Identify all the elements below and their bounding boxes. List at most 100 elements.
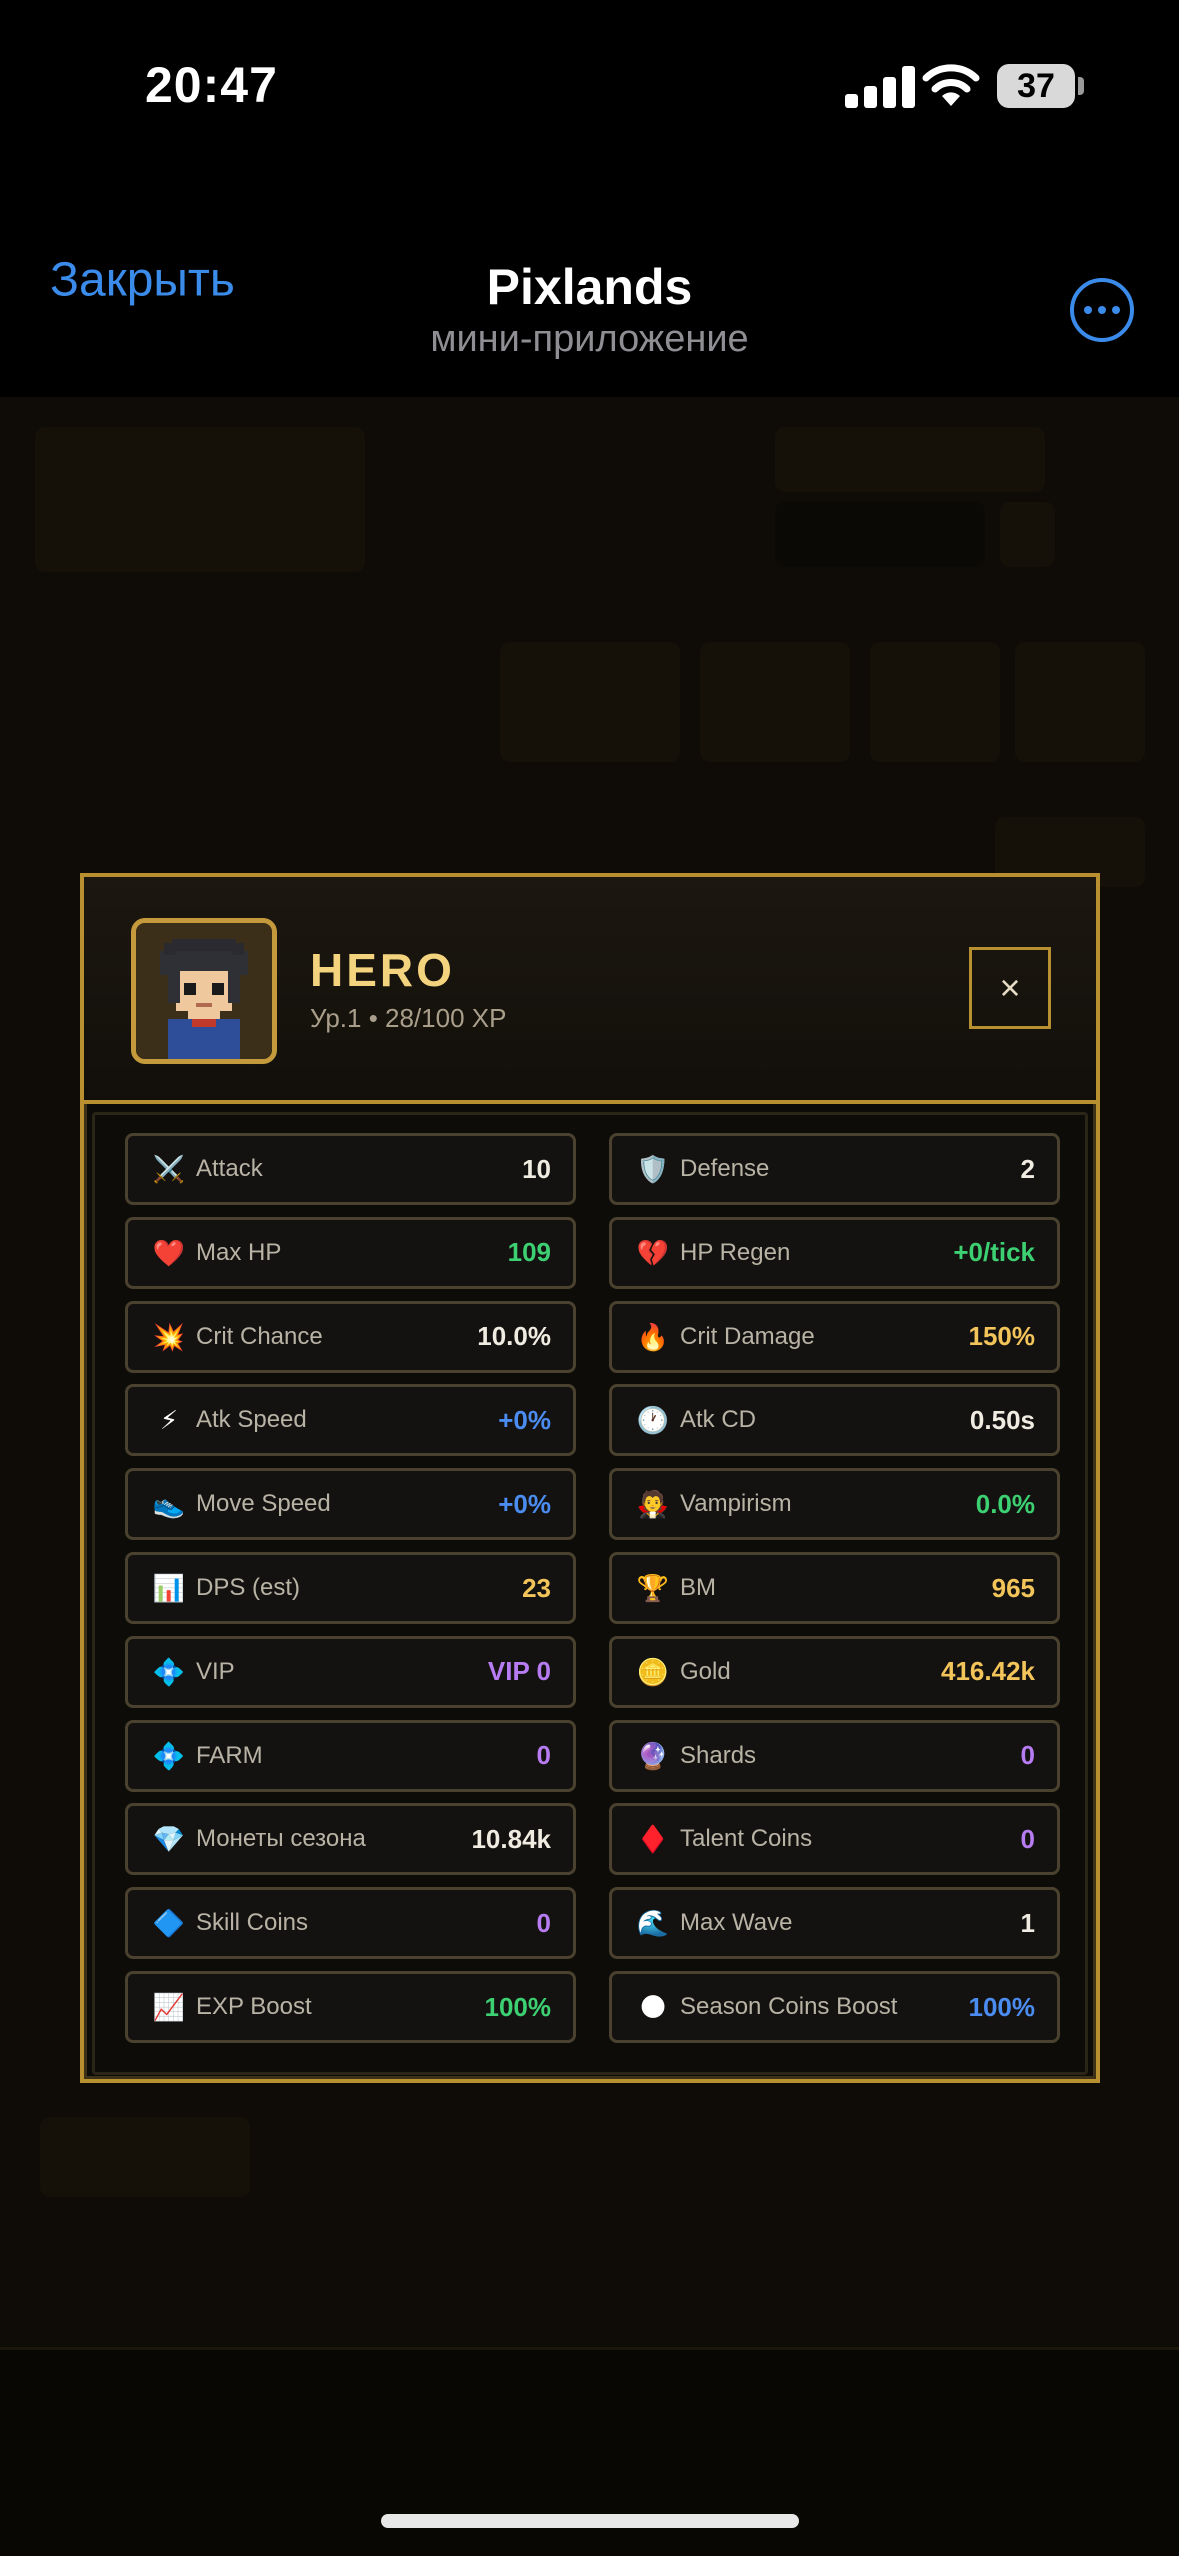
stat-value: 2: [1020, 1153, 1035, 1184]
stat-label: Max HP: [196, 1238, 282, 1266]
stat-value: 100%: [484, 1991, 552, 2022]
close-icon: ×: [999, 967, 1021, 1008]
stat-card: 📈 EXP Boost 100%: [125, 1971, 576, 2043]
stat-value: 100%: [968, 1991, 1036, 2022]
lightning-icon: ⚡: [159, 1405, 179, 1436]
status-time: 20:47: [145, 57, 278, 113]
sword-icon: ⚔️: [152, 1154, 186, 1184]
stat-value: 416.42k: [941, 1656, 1035, 1687]
stat-card: 💠 FARM 0: [125, 1719, 576, 1792]
blue-diamond-icon: 🔷: [152, 1908, 186, 1939]
stat-label: Season Coins Boost: [680, 1993, 898, 2020]
stat-card: 🌊 Max Wave 1: [609, 1887, 1060, 1960]
shield-icon: 🛡️: [636, 1154, 670, 1184]
stat-value: 0: [536, 1907, 551, 1938]
signal-icon: [845, 66, 925, 108]
stat-value: 965: [991, 1572, 1035, 1603]
modal-header: HERO Ур.1 • 28/100 XP ×: [84, 877, 1096, 1104]
battery-icon: 37: [997, 64, 1075, 108]
stat-value: 0: [1020, 1823, 1035, 1854]
bar-chart-icon: 📊: [152, 1573, 186, 1603]
stat-value: 0: [1020, 1740, 1035, 1771]
nav-bar: Закрыть Pixlands мини-приложение: [0, 180, 1179, 397]
moon-icon: 🌑: [639, 1992, 667, 2022]
stat-card: 🧛 Vampirism 0.0%: [609, 1468, 1060, 1541]
stat-label: Atk Speed: [196, 1406, 307, 1434]
stat-label: VIP: [196, 1657, 235, 1685]
stat-card: 💔 HP Regen +0/tick: [609, 1216, 1060, 1289]
stat-label: Vampirism: [680, 1490, 792, 1518]
stat-label: Talent Coins: [680, 1825, 813, 1853]
ellipsis-circle-icon[interactable]: [1070, 278, 1134, 342]
stat-label: DPS (est): [196, 1574, 301, 1601]
stat-label: FARM: [196, 1741, 263, 1769]
hero-name: HERO: [310, 944, 455, 996]
stat-card: 📊 DPS (est) 23: [125, 1552, 576, 1624]
stat-card: 🔷 Skill Coins 0: [125, 1887, 576, 1960]
stat-label: Max Wave: [680, 1909, 793, 1937]
wave-icon: 🌊: [636, 1908, 670, 1939]
status-bar: 20:47 37: [0, 0, 1179, 180]
stat-card: 🕐 Atk CD 0.50s: [609, 1384, 1060, 1457]
broken-heart-icon: 💔: [636, 1237, 670, 1268]
stat-card: 🪙 Gold 416.42k: [609, 1635, 1060, 1708]
stat-label: Crit Damage: [680, 1322, 815, 1350]
hero-level: Ур.1 • 28/100 XP: [310, 1003, 507, 1033]
home-indicator: [381, 2514, 799, 2528]
diamond-icon: 💠: [152, 1740, 186, 1771]
stat-card: 💠 VIP VIP 0: [125, 1635, 576, 1708]
trophy-icon: 🏆: [636, 1573, 670, 1603]
vampire-icon: 🧛: [636, 1489, 670, 1520]
wifi-icon: [922, 64, 980, 106]
stat-label: Монеты сезона: [196, 1825, 366, 1853]
hero-stats-modal: HERO Ур.1 • 28/100 XP × ⚔️ Attack 10 🛡️ Defe…: [80, 873, 1100, 2083]
app-subtitle: мини-приложение: [430, 318, 749, 360]
battery-tip: [1078, 77, 1084, 95]
collision-icon: 💥: [152, 1321, 186, 1352]
stat-card: 🏆 BM 965: [609, 1552, 1060, 1624]
stat-value: 150%: [968, 1321, 1036, 1352]
stat-label: Move Speed: [196, 1490, 331, 1518]
ruby-icon: ♦️: [636, 1824, 670, 1855]
stat-card: 💎 Монеты сезона 10.84k: [125, 1803, 576, 1876]
stat-card: ⚡ Atk Speed +0%: [125, 1384, 576, 1457]
stat-value: 0.50s: [969, 1404, 1035, 1435]
stat-value: 10: [522, 1153, 551, 1184]
stat-label: Attack: [196, 1155, 263, 1182]
stat-value: 23: [522, 1572, 551, 1603]
app-title: Pixlands: [486, 259, 693, 315]
stat-card: 👟 Move Speed +0%: [125, 1468, 576, 1541]
stat-label: Shards: [680, 1741, 757, 1769]
stat-value: +0%: [498, 1488, 551, 1519]
stat-label: BM: [680, 1574, 716, 1601]
stat-label: EXP Boost: [196, 1993, 312, 2020]
coin-icon: 🪙: [636, 1656, 670, 1687]
fire-icon: 🔥: [636, 1321, 670, 1352]
stat-value: 109: [507, 1237, 551, 1268]
stat-card: 🌑 Season Coins Boost 100%: [609, 1971, 1060, 2043]
stat-label: Atk CD: [680, 1406, 757, 1434]
stat-card: ❤️ Max HP 109: [125, 1216, 576, 1289]
stat-card: 🔮 Shards 0: [609, 1719, 1060, 1792]
shoe-icon: 👟: [152, 1489, 186, 1520]
crystal-icon: 🔮: [636, 1740, 670, 1771]
stat-value: +0%: [498, 1404, 551, 1435]
stat-card: 🔥 Crit Damage 150%: [609, 1300, 1060, 1373]
clock-icon: 🕐: [636, 1405, 670, 1436]
stat-card: 💥 Crit Chance 10.0%: [125, 1300, 576, 1373]
stat-label: Skill Coins: [196, 1909, 309, 1937]
stat-label: Gold: [680, 1657, 731, 1685]
diamond-icon: 💠: [152, 1656, 186, 1687]
stat-card: ♦️ Talent Coins 0: [609, 1803, 1060, 1876]
stat-card: 🛡️ Defense 2: [609, 1133, 1060, 1205]
stat-label: Crit Chance: [196, 1322, 323, 1350]
close-modal-button[interactable]: ×: [969, 947, 1051, 1029]
stat-value: 10.0%: [477, 1321, 551, 1352]
stat-value: 0: [536, 1740, 551, 1771]
stat-label: Defense: [680, 1155, 770, 1182]
stat-card: ⚔️ Attack 10: [125, 1133, 576, 1205]
stat-value: +0/tick: [953, 1237, 1035, 1268]
stat-value: 0.0%: [975, 1488, 1035, 1519]
stat-value: 10.84k: [471, 1823, 551, 1854]
stat-label: HP Regen: [680, 1238, 791, 1266]
